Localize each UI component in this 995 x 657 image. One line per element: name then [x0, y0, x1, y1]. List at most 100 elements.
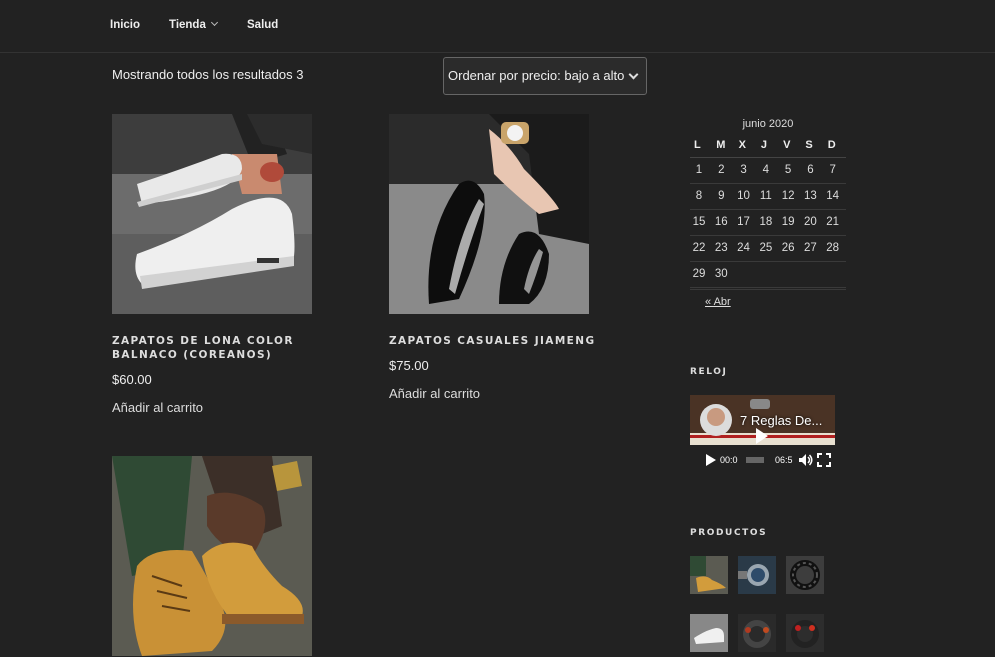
- calendar-day: 10: [734, 183, 757, 210]
- yellow-boot-thumb: [690, 556, 728, 594]
- calendar-day-label: 14: [826, 190, 840, 202]
- volume-icon[interactable]: [798, 453, 814, 472]
- calendar-day: 23: [712, 235, 735, 262]
- white-sneaker-thumb: [690, 614, 728, 652]
- calendar-day: [734, 261, 757, 288]
- calendar-weekday: M: [712, 133, 735, 158]
- watch-thumb: [738, 556, 776, 594]
- calendar-day: [756, 261, 780, 288]
- calendar-day: 7: [823, 157, 846, 184]
- calendar-day: 16: [712, 209, 735, 236]
- product-thumbnail[interactable]: [738, 556, 776, 594]
- calendar-day-label: 22: [692, 242, 706, 254]
- nav-item-inicio[interactable]: Inicio: [110, 19, 140, 31]
- calendar-day: 18: [756, 209, 780, 236]
- nav-item-tienda-label: Tienda: [169, 19, 206, 31]
- yellow-boot-photo: [112, 456, 312, 656]
- calendar-day-label: 28: [826, 242, 840, 254]
- product-thumbnail[interactable]: [786, 614, 824, 652]
- calendar-day-label: 20: [804, 216, 817, 228]
- calendar-day-label: 27: [804, 242, 817, 254]
- calendar-day-label: 9: [718, 190, 725, 202]
- chevron-down-icon: [628, 69, 639, 80]
- product-thumbnail[interactable]: [690, 614, 728, 652]
- calendar-day-label: 24: [737, 242, 750, 254]
- calendar-day: [801, 261, 824, 288]
- calendar-weekday: L: [690, 133, 713, 158]
- play-icon[interactable]: [756, 428, 768, 444]
- product-title[interactable]: ZAPATOS CASUALES JIAMENG: [389, 334, 639, 348]
- sort-dropdown-value: Ordenar por precio: bajo a alto: [448, 68, 625, 83]
- calendar-day: 4: [756, 157, 780, 184]
- calendar-day: 27: [801, 235, 824, 262]
- calendar-day: 29: [690, 261, 713, 288]
- product-image[interactable]: [112, 456, 312, 656]
- play-icon[interactable]: [706, 454, 716, 466]
- product-card: ZAPATOS DE LONA COLOR BALNACO (COREANOS)…: [112, 114, 362, 415]
- calendar-weekday: J: [756, 133, 780, 158]
- calendar-day: [779, 261, 802, 288]
- calendar-day: 13: [801, 183, 824, 210]
- calendar-day-label: 21: [826, 216, 840, 228]
- calendar-day-label: 19: [781, 216, 795, 228]
- product-image[interactable]: [112, 114, 312, 314]
- calendar-day: 17: [734, 209, 757, 236]
- calendar-prev-link[interactable]: « Abr: [705, 296, 731, 308]
- calendar-day-label: 5: [784, 164, 792, 176]
- calendar-day-label: 23: [714, 242, 728, 254]
- calendar-day-label: 11: [759, 190, 772, 202]
- product-image[interactable]: [389, 114, 589, 314]
- calendar-day-label: 4: [762, 164, 770, 176]
- product-card: ZAPATOS CASUALES JIAMENG $75.00 Añadir a…: [389, 114, 639, 401]
- calendar-day: 15: [690, 209, 713, 236]
- calendar-day: 21: [823, 209, 846, 236]
- product-thumbnail[interactable]: [738, 614, 776, 652]
- calendar-day: 12: [779, 183, 802, 210]
- calendar-day-label: 3: [740, 164, 747, 176]
- calendar-day-label: 7: [829, 164, 836, 176]
- bracelet-thumb: [786, 556, 824, 594]
- calendar-day-label: 29: [692, 268, 706, 280]
- widget-title-reloj: RELOJ: [690, 367, 728, 377]
- add-to-cart-button[interactable]: Añadir al carrito: [112, 400, 362, 415]
- calendar-day-label: 6: [807, 164, 814, 176]
- top-navigation: Inicio Tienda Salud: [0, 0, 995, 53]
- video-title: 7 Reglas De...: [740, 413, 823, 428]
- product-thumbnail[interactable]: [690, 556, 728, 594]
- calendar-day: 30: [712, 261, 735, 288]
- calendar-day-label: 1: [695, 164, 703, 176]
- calendar-weekday: X: [734, 133, 757, 158]
- calendar-day-label: 17: [737, 216, 750, 228]
- black-dress-shoe-photo: [389, 114, 589, 314]
- calendar-day: 11: [756, 183, 780, 210]
- calendar-day-label: 18: [759, 216, 773, 228]
- calendar-day: 8: [690, 183, 713, 210]
- calendar-weekday: D: [823, 133, 846, 158]
- calendar-day: 24: [734, 235, 757, 262]
- sort-dropdown[interactable]: Ordenar por precio: bajo a alto: [443, 57, 647, 95]
- red-bracelet-thumb: [786, 614, 824, 652]
- calendar-day: 9: [712, 183, 735, 210]
- add-to-cart-button[interactable]: Añadir al carrito: [389, 386, 639, 401]
- calendar-day: [823, 261, 846, 288]
- nav-item-salud[interactable]: Salud: [247, 19, 278, 31]
- video-controls: 00:0 06:5: [690, 452, 835, 470]
- product-thumbnail[interactable]: [786, 556, 824, 594]
- fullscreen-icon[interactable]: [817, 453, 831, 472]
- nav-item-tienda[interactable]: Tienda: [169, 18, 218, 31]
- calendar-day-label: 13: [804, 190, 817, 202]
- video-progress-bar[interactable]: [746, 457, 764, 463]
- calendar-day: 22: [690, 235, 713, 262]
- widget-title-productos: PRODUCTOS: [690, 528, 768, 538]
- product-title[interactable]: ZAPATOS DE LONA COLOR BALNACO (COREANOS): [112, 334, 362, 362]
- product-price: $75.00: [389, 358, 429, 373]
- calendar-day: 5: [779, 157, 802, 184]
- calendar-day-label: 12: [781, 190, 795, 202]
- beaded-bracelet-thumb: [738, 614, 776, 652]
- calendar-day: 1: [690, 157, 713, 184]
- calendar-day-label: 26: [781, 242, 795, 254]
- divider: [690, 289, 846, 290]
- video-player[interactable]: 7 Reglas De...: [690, 395, 835, 445]
- calendar-day-label: 16: [714, 216, 728, 228]
- calendar-day-label: 10: [737, 190, 750, 202]
